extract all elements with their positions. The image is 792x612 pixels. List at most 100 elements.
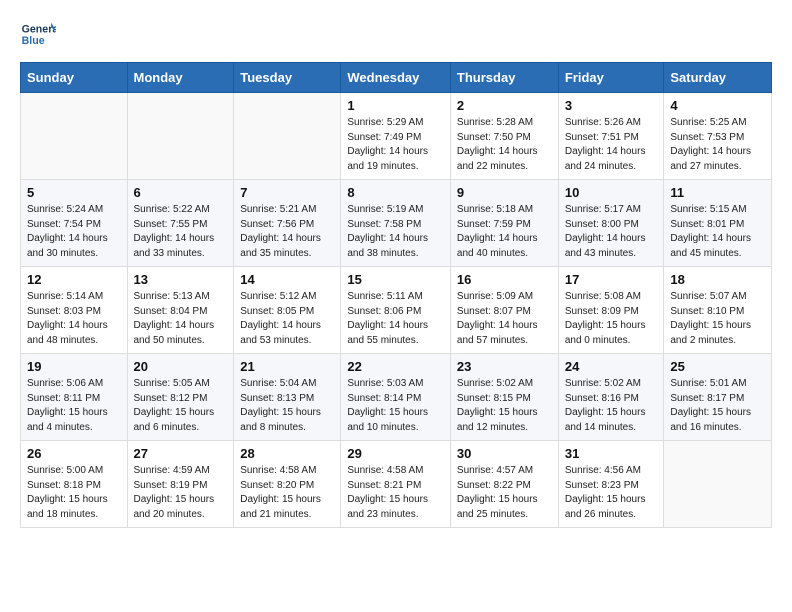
calendar-cell: 31 Sunrise: 4:56 AMSunset: 8:23 PMDayligh… — [558, 441, 664, 528]
calendar-cell: 7 Sunrise: 5:21 AMSunset: 7:56 PMDaylight… — [234, 180, 341, 267]
calendar-header-tuesday: Tuesday — [234, 63, 341, 93]
day-number: 15 — [347, 272, 444, 287]
day-info: Sunrise: 5:25 AMSunset: 7:53 PMDaylight:… — [670, 116, 765, 174]
day-info: Sunrise: 4:56 AMSunset: 8:23 PMDaylight:… — [565, 464, 658, 522]
calendar-week-row: 12 Sunrise: 5:14 AMSunset: 8:03 PMDayligh… — [21, 267, 772, 354]
calendar-cell: 22Sunrise: 5:03 AMSunset: 8:14 PMDayligh… — [341, 354, 451, 441]
calendar-header-wednesday: Wednesday — [341, 63, 451, 93]
calendar-cell: 26Sunrise: 5:00 AMSunset: 8:18 PMDayligh… — [21, 441, 128, 528]
day-number: 30 — [457, 446, 552, 461]
calendar-cell: 11 Sunrise: 5:15 AMSunset: 8:01 PMDayligh… — [664, 180, 772, 267]
day-number: 23 — [457, 359, 552, 374]
day-number: 3 — [565, 98, 658, 113]
day-info: Sunrise: 4:59 AMSunset: 8:19 PMDaylight:… — [134, 464, 228, 522]
calendar-cell: 28 Sunrise: 4:58 AMSunset: 8:20 PMDayligh… — [234, 441, 341, 528]
calendar: SundayMondayTuesdayWednesdayThursdayFrid… — [20, 62, 772, 528]
calendar-week-row: 1Sunrise: 5:29 AMSunset: 7:49 PMDaylight… — [21, 93, 772, 180]
calendar-cell: 5 Sunrise: 5:24 AMSunset: 7:54 PMDaylight… — [21, 180, 128, 267]
day-info: Sunrise: 5:24 AMSunset: 7:54 PMDaylight:… — [27, 203, 121, 261]
calendar-week-row: 19Sunrise: 5:06 AMSunset: 8:11 PMDayligh… — [21, 354, 772, 441]
calendar-cell — [664, 441, 772, 528]
calendar-cell: 29 Sunrise: 4:58 AMSunset: 8:21 PMDayligh… — [341, 441, 451, 528]
calendar-cell: 10Sunrise: 5:17 AMSunset: 8:00 PMDayligh… — [558, 180, 664, 267]
day-number: 11 — [670, 185, 765, 200]
day-info: Sunrise: 5:14 AMSunset: 8:03 PMDaylight:… — [27, 290, 121, 348]
calendar-cell: 19Sunrise: 5:06 AMSunset: 8:11 PMDayligh… — [21, 354, 128, 441]
svg-text:Blue: Blue — [22, 35, 45, 47]
calendar-cell: 27 Sunrise: 4:59 AMSunset: 8:19 PMDayligh… — [127, 441, 234, 528]
calendar-cell: 17 Sunrise: 5:08 AMSunset: 8:09 PMDayligh… — [558, 267, 664, 354]
day-info: Sunrise: 5:15 AMSunset: 8:01 PMDaylight:… — [670, 203, 765, 261]
calendar-cell — [21, 93, 128, 180]
day-number: 14 — [240, 272, 334, 287]
day-number: 5 — [27, 185, 121, 200]
day-info: Sunrise: 5:18 AMSunset: 7:59 PMDaylight:… — [457, 203, 552, 261]
day-info: Sunrise: 5:04 AMSunset: 8:13 PMDaylight:… — [240, 377, 334, 435]
day-number: 24 — [565, 359, 658, 374]
calendar-week-row: 26Sunrise: 5:00 AMSunset: 8:18 PMDayligh… — [21, 441, 772, 528]
calendar-cell: 23 Sunrise: 5:02 AMSunset: 8:15 PMDayligh… — [450, 354, 558, 441]
day-info: Sunrise: 5:19 AMSunset: 7:58 PMDaylight:… — [347, 203, 444, 261]
day-number: 7 — [240, 185, 334, 200]
day-info: Sunrise: 4:57 AMSunset: 8:22 PMDaylight:… — [457, 464, 552, 522]
day-info: Sunrise: 4:58 AMSunset: 8:21 PMDaylight:… — [347, 464, 444, 522]
day-info: Sunrise: 5:02 AMSunset: 8:16 PMDaylight:… — [565, 377, 658, 435]
calendar-cell: 25Sunrise: 5:01 AMSunset: 8:17 PMDayligh… — [664, 354, 772, 441]
calendar-cell: 6 Sunrise: 5:22 AMSunset: 7:55 PMDaylight… — [127, 180, 234, 267]
day-info: Sunrise: 5:08 AMSunset: 8:09 PMDaylight:… — [565, 290, 658, 348]
calendar-cell: 16 Sunrise: 5:09 AMSunset: 8:07 PMDayligh… — [450, 267, 558, 354]
day-number: 16 — [457, 272, 552, 287]
day-info: Sunrise: 5:07 AMSunset: 8:10 PMDaylight:… — [670, 290, 765, 348]
day-number: 4 — [670, 98, 765, 113]
day-number: 17 — [565, 272, 658, 287]
day-info: Sunrise: 5:11 AMSunset: 8:06 PMDaylight:… — [347, 290, 444, 348]
calendar-cell: 2Sunrise: 5:28 AMSunset: 7:50 PMDaylight… — [450, 93, 558, 180]
calendar-header-thursday: Thursday — [450, 63, 558, 93]
calendar-header-sunday: Sunday — [21, 63, 128, 93]
day-info: Sunrise: 5:13 AMSunset: 8:04 PMDaylight:… — [134, 290, 228, 348]
day-info: Sunrise: 5:02 AMSunset: 8:15 PMDaylight:… — [457, 377, 552, 435]
calendar-cell: 9 Sunrise: 5:18 AMSunset: 7:59 PMDaylight… — [450, 180, 558, 267]
day-info: Sunrise: 5:03 AMSunset: 8:14 PMDaylight:… — [347, 377, 444, 435]
header: General Blue — [20, 16, 772, 52]
calendar-cell: 24 Sunrise: 5:02 AMSunset: 8:16 PMDayligh… — [558, 354, 664, 441]
day-number: 20 — [134, 359, 228, 374]
day-info: Sunrise: 5:21 AMSunset: 7:56 PMDaylight:… — [240, 203, 334, 261]
calendar-header-friday: Friday — [558, 63, 664, 93]
day-info: Sunrise: 5:29 AMSunset: 7:49 PMDaylight:… — [347, 116, 444, 174]
calendar-cell: 8Sunrise: 5:19 AMSunset: 7:58 PMDaylight… — [341, 180, 451, 267]
day-number: 28 — [240, 446, 334, 461]
day-info: Sunrise: 5:01 AMSunset: 8:17 PMDaylight:… — [670, 377, 765, 435]
calendar-cell: 21Sunrise: 5:04 AMSunset: 8:13 PMDayligh… — [234, 354, 341, 441]
day-number: 29 — [347, 446, 444, 461]
calendar-cell — [234, 93, 341, 180]
day-number: 12 — [27, 272, 121, 287]
day-number: 9 — [457, 185, 552, 200]
day-number: 2 — [457, 98, 552, 113]
day-number: 6 — [134, 185, 228, 200]
calendar-header-saturday: Saturday — [664, 63, 772, 93]
calendar-cell: 12 Sunrise: 5:14 AMSunset: 8:03 PMDayligh… — [21, 267, 128, 354]
calendar-week-row: 5 Sunrise: 5:24 AMSunset: 7:54 PMDaylight… — [21, 180, 772, 267]
day-number: 13 — [134, 272, 228, 287]
day-info: Sunrise: 4:58 AMSunset: 8:20 PMDaylight:… — [240, 464, 334, 522]
calendar-cell: 1Sunrise: 5:29 AMSunset: 7:49 PMDaylight… — [341, 93, 451, 180]
calendar-cell — [127, 93, 234, 180]
calendar-cell: 3 Sunrise: 5:26 AMSunset: 7:51 PMDaylight… — [558, 93, 664, 180]
day-number: 27 — [134, 446, 228, 461]
day-number: 31 — [565, 446, 658, 461]
page: General Blue SundayMondayTuesdayWednesda… — [0, 0, 792, 544]
logo: General Blue — [20, 16, 60, 52]
day-info: Sunrise: 5:09 AMSunset: 8:07 PMDaylight:… — [457, 290, 552, 348]
day-info: Sunrise: 5:00 AMSunset: 8:18 PMDaylight:… — [27, 464, 121, 522]
day-info: Sunrise: 5:22 AMSunset: 7:55 PMDaylight:… — [134, 203, 228, 261]
day-info: Sunrise: 5:26 AMSunset: 7:51 PMDaylight:… — [565, 116, 658, 174]
generalblue-logo-icon: General Blue — [20, 16, 56, 52]
calendar-cell: 20Sunrise: 5:05 AMSunset: 8:12 PMDayligh… — [127, 354, 234, 441]
calendar-cell: 15 Sunrise: 5:11 AMSunset: 8:06 PMDayligh… — [341, 267, 451, 354]
day-info: Sunrise: 5:17 AMSunset: 8:00 PMDaylight:… — [565, 203, 658, 261]
calendar-cell: 30 Sunrise: 4:57 AMSunset: 8:22 PMDayligh… — [450, 441, 558, 528]
calendar-cell: 18Sunrise: 5:07 AMSunset: 8:10 PMDayligh… — [664, 267, 772, 354]
day-info: Sunrise: 5:06 AMSunset: 8:11 PMDaylight:… — [27, 377, 121, 435]
calendar-cell: 4 Sunrise: 5:25 AMSunset: 7:53 PMDaylight… — [664, 93, 772, 180]
